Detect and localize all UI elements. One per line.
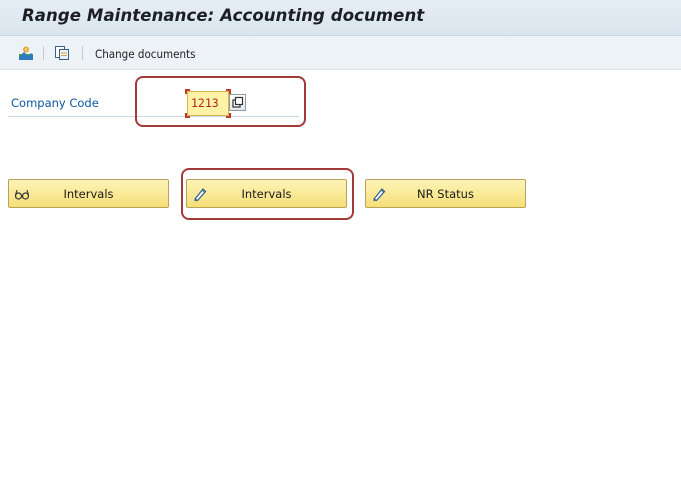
company-code-label: Company Code [11, 96, 99, 110]
change-documents-button[interactable]: Change documents [95, 47, 196, 61]
intervals-display-label: Intervals [63, 187, 114, 201]
intervals-display-button[interactable]: Intervals [8, 179, 169, 208]
intervals-change-highlight [181, 168, 354, 220]
title-bar: Range Maintenance: Accounting document [0, 0, 681, 36]
copy-icon[interactable] [54, 45, 70, 61]
nr-status-label: NR Status [417, 187, 474, 201]
application-toolbar: Change documents [0, 36, 681, 70]
page-title: Range Maintenance: Accounting document [22, 6, 425, 25]
toolbar-separator [82, 46, 83, 60]
nr-status-button[interactable]: NR Status [365, 179, 526, 208]
person-landscape-icon[interactable] [18, 45, 34, 61]
company-code-highlight [135, 76, 306, 127]
toolbar-separator [43, 46, 44, 60]
